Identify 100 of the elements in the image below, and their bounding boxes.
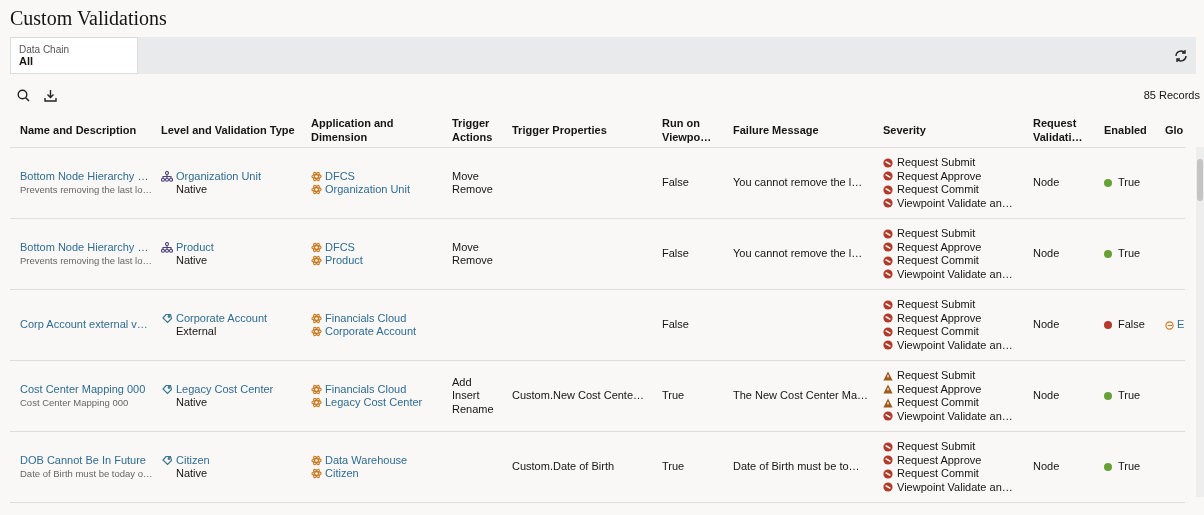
application-link[interactable]: DFCS [325,169,355,183]
warning-icon [883,384,893,395]
trigger-property: Custom.New Cost Cente… [512,389,646,403]
data-chain-dropdown[interactable]: Data Chain All [10,37,138,74]
application-link[interactable]: Data Warehouse [325,453,408,467]
application-link[interactable]: DFCS [325,240,355,254]
error-icon [883,482,893,493]
error-icon [883,455,893,466]
validation-description: Prevents removing the last lo… [20,254,153,267]
download-icon [44,88,57,102]
column-header[interactable]: Name and Description [10,114,161,148]
validation-name-link[interactable]: Bottom Node Hierarchy … [20,241,161,255]
error-icon [883,326,893,337]
severity-item: Viewpoint Validate an… [897,409,1013,423]
trigger-action: Insert [452,389,481,403]
validation-type: Native [175,396,209,410]
application-link[interactable]: Financials Cloud [325,311,407,325]
run-on-viewpoint-value: True [662,389,686,403]
dimension-icon [311,170,322,182]
warning-icon [883,397,893,408]
severity-item: Viewpoint Validate an… [897,196,1013,210]
column-header[interactable]: Failure Message [733,114,883,148]
severity-item: Request Commit [897,396,979,410]
column-header[interactable]: Level and Validation Type [161,114,311,148]
error-icon [883,228,893,239]
record-count: 85 Records [1143,89,1200,101]
download-button[interactable] [44,88,57,102]
dimension-icon [311,255,322,267]
validation-type: Native [175,183,209,197]
dimension-link[interactable]: Product [325,254,363,268]
search-button[interactable] [17,88,30,102]
failure-message: You cannot remove the l… [733,176,864,190]
error-icon [883,269,893,280]
dimension-icon [311,383,322,395]
request-validation-value: Node [1033,389,1061,403]
severity-item: Request Submit [897,156,976,170]
error-icon [883,184,893,195]
validation-name-link[interactable]: DOB Cannot Be In Future [20,454,161,468]
property-icon [161,454,173,466]
enabled-value: True [1118,176,1141,190]
column-header[interactable]: Severity [883,114,1033,148]
level-link[interactable]: Corporate Account [176,311,268,325]
enabled-value: True [1118,389,1141,403]
failure-message: The New Cost Center Ma… [733,389,870,403]
application-link[interactable]: Financials Cloud [325,382,407,396]
severity-item: Viewpoint Validate an… [897,480,1013,494]
warning-icon [883,370,893,381]
run-on-viewpoint-value: False [662,318,690,332]
error-icon [883,313,893,324]
error-icon [883,468,893,479]
level-link[interactable]: Legacy Cost Center [176,382,274,396]
validation-name-link[interactable]: Corp Account external v… [20,318,161,332]
column-header[interactable]: Run on Viewpo… [662,114,733,148]
severity-item: Request Approve [897,169,982,183]
validation-name-link[interactable]: Cost Center Mapping 000 [20,383,161,397]
trigger-action: Remove [452,254,494,268]
error-icon [883,198,893,209]
hierarchy-icon [161,241,173,253]
enabled-value: True [1118,460,1141,474]
global-link[interactable]: E [1177,318,1185,332]
severity-item: Request Approve [897,453,982,467]
dimension-link[interactable]: Corporate Account [325,325,417,339]
dimension-link[interactable]: Legacy Cost Center [325,396,423,410]
column-header[interactable]: Glo [1165,114,1185,148]
severity-item: Viewpoint Validate an… [897,267,1013,281]
trigger-action: Remove [452,183,494,197]
dimension-icon [311,326,322,338]
scrollbar[interactable] [1196,147,1204,497]
error-icon [883,411,893,422]
hierarchy-icon [161,170,173,182]
column-header[interactable]: Request Validati… [1033,114,1104,148]
error-icon [883,157,893,168]
column-header[interactable]: Application and Dimension [311,114,452,148]
search-icon [17,88,30,102]
level-link[interactable]: Citizen [176,453,210,467]
validation-name-link[interactable]: Bottom Node Hierarchy … [20,170,161,184]
dimension-icon [311,454,322,466]
error-icon [883,299,893,310]
validation-type: Native [175,467,209,481]
error-icon [883,242,893,253]
level-link[interactable]: Organization Unit [176,169,261,183]
trigger-action: Move [452,240,480,254]
dimension-icon [311,312,322,324]
validation-type: External [175,325,218,339]
run-on-viewpoint-value: False [662,176,690,190]
severity-item: Request Commit [897,467,979,481]
trigger-action: Add [452,375,473,390]
level-link[interactable]: Product [176,240,214,254]
column-header[interactable]: Trigger Actions [452,114,512,148]
dimension-link[interactable]: Organization Unit [325,183,410,197]
column-header[interactable]: Enabled [1104,114,1165,148]
column-header[interactable]: Trigger Properties [512,114,662,148]
severity-item: Request Approve [897,240,982,254]
request-validation-value: Node [1033,176,1061,190]
dimension-link[interactable]: Citizen [325,467,359,481]
trigger-action: Rename [452,402,495,417]
enabled-value: True [1118,247,1141,261]
dimension-icon [311,184,322,196]
error-icon [883,255,893,266]
error-icon [883,171,893,182]
